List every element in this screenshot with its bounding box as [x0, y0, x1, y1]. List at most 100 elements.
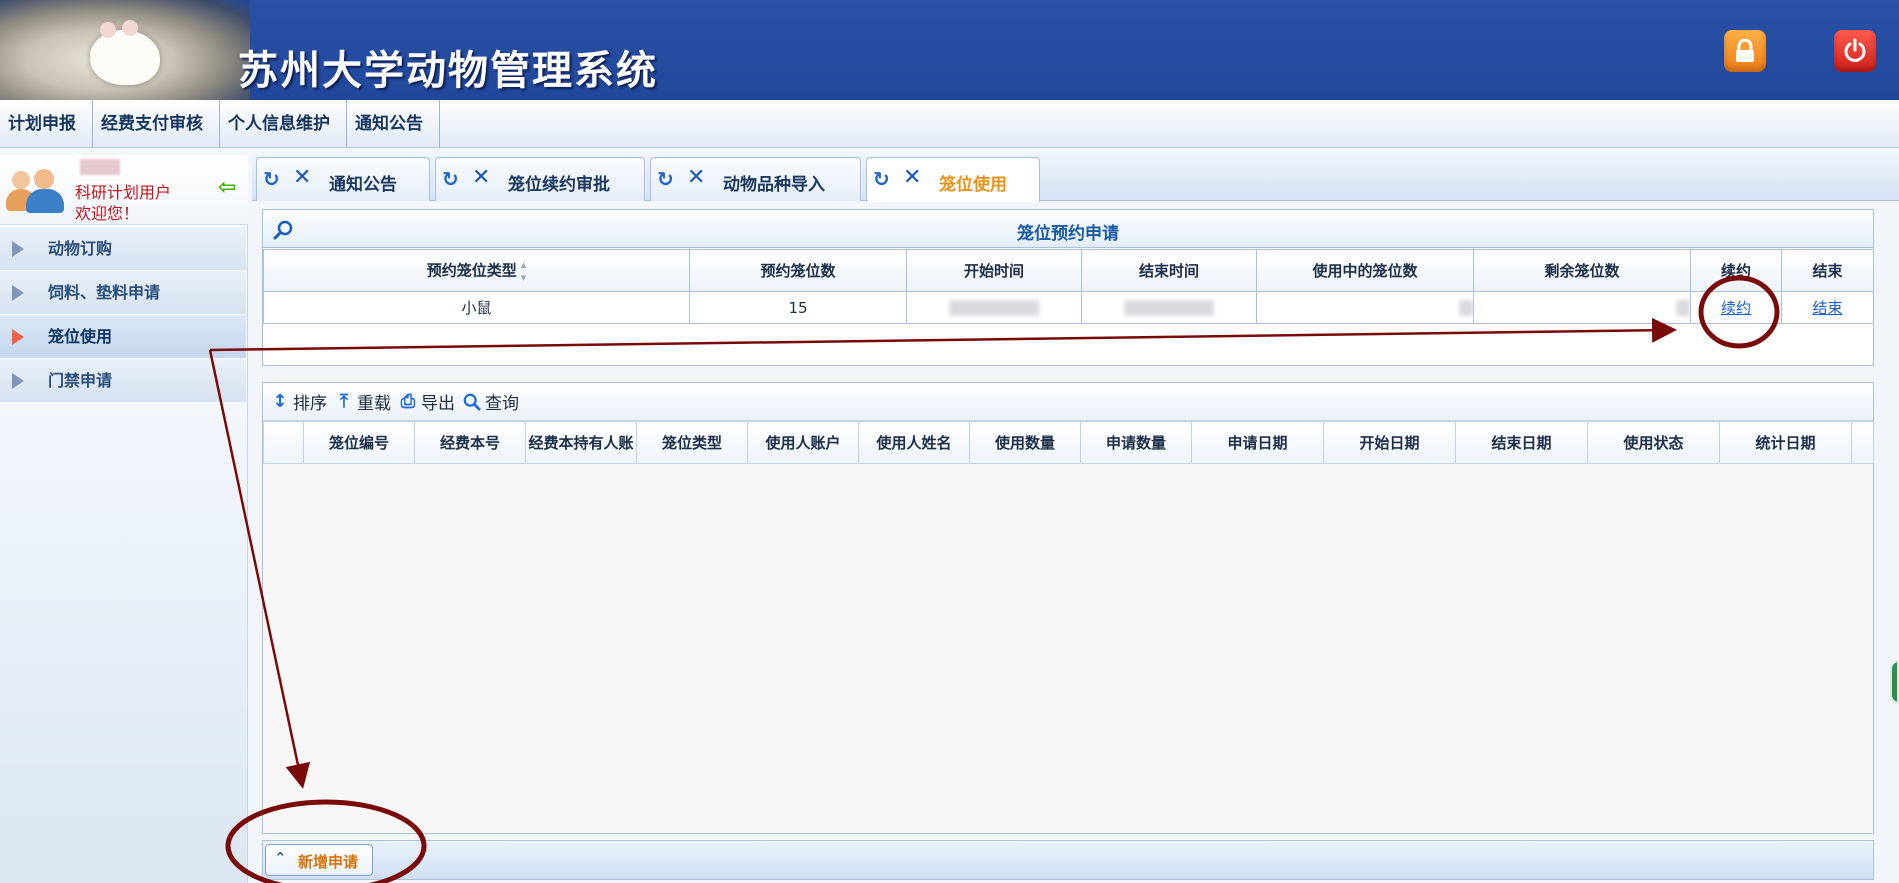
tab-label: 笼位续约审批: [508, 175, 610, 195]
tab-cage-usage[interactable]: ↻ ✕ 笼位使用: [866, 157, 1040, 202]
sidebar-item-feed-bedding[interactable]: 饲料、垫料申请: [0, 271, 246, 315]
reload-icon: ⤒: [340, 390, 348, 412]
arrow-right-icon: [12, 241, 24, 257]
collapse-sidebar-icon[interactable]: ⇦: [218, 175, 236, 200]
column-header[interactable]: 申请数量: [1080, 421, 1192, 464]
table-header-row: 笼位编号 经费本号 经费本持有人账 笼位类型 使用人账户 使用人姓名 使用数量 …: [263, 421, 1874, 464]
arrow-right-icon: [12, 285, 24, 301]
arrow-right-icon: [12, 373, 24, 389]
column-header[interactable]: 使用人账户: [747, 421, 859, 464]
redacted-value: [1124, 300, 1214, 316]
usage-table: 笼位编号 经费本号 经费本持有人账 笼位类型 使用人账户 使用人姓名 使用数量 …: [263, 421, 1874, 464]
sidebar-item-animal-order[interactable]: 动物订购: [0, 227, 246, 271]
redacted-value: [1459, 300, 1473, 316]
column-header[interactable]: 开始日期: [1323, 421, 1456, 464]
renew-link[interactable]: 续约: [1721, 299, 1751, 317]
column-header[interactable]: 使用中的笼位数: [1256, 249, 1474, 292]
column-header[interactable]: 预约笼位数: [689, 249, 907, 292]
reload-button[interactable]: ⤒ 重载: [335, 389, 391, 414]
sidebar-menu: 动物订购 饲料、垫料申请 笼位使用 门禁申请: [0, 227, 246, 403]
bottom-bar: ⌃ 新增申请: [262, 840, 1874, 880]
close-icon[interactable]: ✕: [293, 167, 315, 189]
column-header[interactable]: 笼位编号: [303, 421, 415, 464]
close-icon[interactable]: ✕: [687, 167, 709, 189]
new-application-button[interactable]: ⌃ 新增申请: [265, 844, 373, 876]
cage-usage-panel: ↕ 排序 ⤒ 重载 ⎙ 导出 查询 笼位编号 经费本号 经费本持有人账 笼位类型…: [262, 382, 1874, 834]
sidebar-item-cage-usage[interactable]: 笼位使用: [0, 315, 246, 359]
sort-icon[interactable]: ▴ ▾: [521, 258, 527, 284]
cell-end: 结束: [1781, 291, 1874, 324]
top-navigation: 计划申报 经费支付审核 个人信息维护 通知公告: [0, 100, 1899, 148]
app-header: 苏州大学动物管理系统: [0, 0, 1899, 100]
cell-in-use: [1256, 291, 1474, 324]
column-header[interactable]: 使用人姓名: [858, 421, 970, 464]
column-header[interactable]: 经费本持有人账: [525, 421, 637, 464]
sidebar-item-label: 饲料、垫料申请: [48, 283, 161, 302]
topnav-notices[interactable]: 通知公告: [347, 100, 440, 148]
column-header[interactable]: 预约笼位类型 ▴ ▾: [263, 249, 690, 292]
column-header[interactable]: 剩余笼位数: [1473, 249, 1691, 292]
query-button[interactable]: 查询: [463, 389, 519, 414]
printer-icon: ⎙: [400, 390, 416, 412]
welcome-text: 欢迎您！: [75, 204, 140, 223]
sort-button[interactable]: ↕ 排序: [271, 389, 327, 414]
close-icon[interactable]: ✕: [472, 167, 494, 189]
topnav-personal-info[interactable]: 个人信息维护: [220, 100, 347, 148]
sidebar-item-access-control[interactable]: 门禁申请: [0, 359, 246, 403]
side-scroll-handle[interactable]: [1890, 660, 1899, 704]
redacted-value: [949, 300, 1039, 316]
lock-icon: [1736, 39, 1754, 62]
lock-button[interactable]: [1724, 30, 1766, 72]
tab-species-import[interactable]: ↻ ✕ 动物品种导入: [650, 157, 861, 201]
column-header[interactable]: 使用状态: [1587, 421, 1720, 464]
close-icon[interactable]: ✕: [903, 167, 925, 189]
new-application-label: 新增申请: [298, 853, 359, 871]
topnav-plan-declare[interactable]: 计划申报: [0, 100, 93, 148]
cell-remaining: [1473, 291, 1691, 324]
tab-cage-renewal-approval[interactable]: ↻ ✕ 笼位续约审批: [435, 157, 645, 201]
column-header[interactable]: 结束: [1781, 249, 1874, 292]
usage-toolbar: ↕ 排序 ⤒ 重载 ⎙ 导出 查询: [263, 383, 1873, 421]
header-banner-image: [0, 0, 250, 100]
refresh-icon[interactable]: ↻: [263, 168, 285, 190]
column-header[interactable]: 统计日期: [1719, 421, 1852, 464]
sidebar-item-label: 笼位使用: [48, 327, 113, 346]
panel-header: 笼位预约申请: [263, 210, 1873, 248]
sidebar-item-label: 动物订购: [48, 239, 113, 258]
column-header[interactable]: 开始时间: [906, 249, 1082, 292]
sidebar-item-label: 门禁申请: [48, 371, 113, 390]
column-header[interactable]: 笼位类型: [636, 421, 748, 464]
table-row[interactable]: 小鼠 15 续约 结束: [263, 291, 1874, 324]
user-info-box: 科研计划用户 欢迎您！ ⇦: [0, 155, 248, 225]
column-header[interactable]: 结束时间: [1081, 249, 1257, 292]
end-link[interactable]: 结束: [1812, 299, 1842, 317]
refresh-icon[interactable]: ↻: [442, 168, 464, 190]
redacted-value: [1676, 300, 1690, 316]
column-header[interactable]: 续约: [1690, 249, 1782, 292]
column-header[interactable]: 使用数量: [969, 421, 1081, 464]
cell-start-time: [906, 291, 1082, 324]
column-header[interactable]: 结束日期: [1455, 421, 1588, 464]
tab-label: 动物品种导入: [723, 175, 825, 195]
app-title: 苏州大学动物管理系统: [238, 48, 658, 94]
cell-count: 15: [689, 291, 907, 324]
magnifier-icon: [463, 393, 481, 411]
tab-notices[interactable]: ↻ ✕ 通知公告: [256, 157, 430, 201]
logout-button[interactable]: [1834, 30, 1876, 72]
refresh-icon[interactable]: ↻: [873, 168, 895, 190]
panel-title: 笼位预约申请: [1017, 224, 1119, 244]
reservation-table: 预约笼位类型 ▴ ▾ 预约笼位数 开始时间 结束时间 使用中的笼位数 剩余笼位数 续…: [263, 249, 1874, 324]
sort-arrows-icon: ↕: [272, 390, 288, 412]
topnav-funding-review[interactable]: 经费支付审核: [93, 100, 220, 148]
chevron-up-icon: ⌃: [274, 849, 287, 867]
column-header[interactable]: 申请日期: [1191, 421, 1324, 464]
mouse-image: [90, 20, 160, 85]
tab-strip: ↻ ✕ 通知公告 ↻ ✕ 笼位续约审批 ↻ ✕ 动物品种导入 ↻ ✕ 笼位使用: [252, 155, 1899, 202]
column-header[interactable]: 经费本号: [414, 421, 526, 464]
reload-label: 重载: [357, 394, 391, 414]
export-button[interactable]: ⎙ 导出: [399, 389, 455, 414]
sidebar: 科研计划用户 欢迎您！ ⇦ 动物订购 饲料、垫料申请 笼位使用 门禁申请: [0, 155, 248, 883]
sort-label: 排序: [293, 394, 327, 414]
refresh-icon[interactable]: ↻: [657, 168, 679, 190]
cell-renew: 续约: [1690, 291, 1782, 324]
